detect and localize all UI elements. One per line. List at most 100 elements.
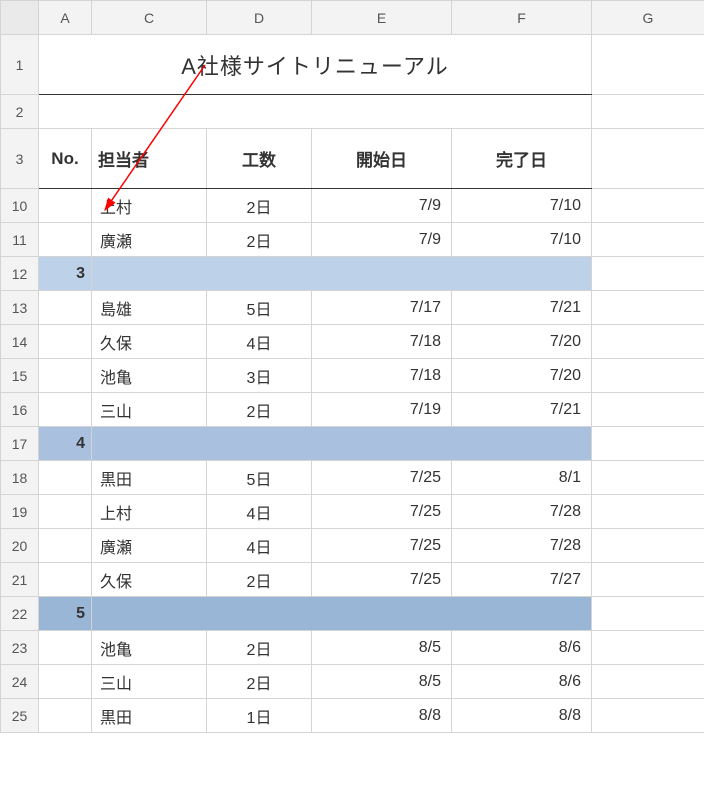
cell-start[interactable]: 7/18: [312, 325, 452, 359]
row-header-15[interactable]: 15: [1, 359, 39, 393]
cell-G[interactable]: [592, 325, 704, 359]
cell-no[interactable]: 4: [39, 427, 92, 461]
cell-G[interactable]: [592, 427, 704, 461]
cell-effort[interactable]: 1日: [207, 699, 312, 733]
row-header-14[interactable]: 14: [1, 325, 39, 359]
row-header-11[interactable]: 11: [1, 223, 39, 257]
cell-G[interactable]: [592, 529, 704, 563]
cell-end[interactable]: 7/20: [452, 325, 592, 359]
row-header-18[interactable]: 18: [1, 461, 39, 495]
cell-G[interactable]: [592, 597, 704, 631]
row-header-16[interactable]: 16: [1, 393, 39, 427]
cell-G[interactable]: [592, 665, 704, 699]
cell-start[interactable]: 8/5: [312, 631, 452, 665]
cell-end[interactable]: 7/21: [452, 393, 592, 427]
cell-start[interactable]: 7/9: [312, 189, 452, 223]
header-effort[interactable]: 工数: [207, 129, 312, 189]
cell-effort[interactable]: 2日: [207, 563, 312, 597]
cell-effort[interactable]: 4日: [207, 325, 312, 359]
row-header-22[interactable]: 22: [1, 597, 39, 631]
cell-G[interactable]: [592, 393, 704, 427]
row-header-21[interactable]: 21: [1, 563, 39, 597]
cell-G[interactable]: [592, 257, 704, 291]
cell-no[interactable]: [39, 665, 92, 699]
cell-effort[interactable]: 2日: [207, 665, 312, 699]
group-band[interactable]: [92, 427, 592, 461]
grid[interactable]: A C D E F G 1 A社様サイトリニューアル 2 3 No. 担当者 工…: [0, 0, 704, 733]
cell-end[interactable]: 8/6: [452, 631, 592, 665]
cell-person[interactable]: 黒田: [92, 699, 207, 733]
row-header-19[interactable]: 19: [1, 495, 39, 529]
row-header-23[interactable]: 23: [1, 631, 39, 665]
row-header-13[interactable]: 13: [1, 291, 39, 325]
cell-effort[interactable]: 2日: [207, 393, 312, 427]
cell-G[interactable]: [592, 563, 704, 597]
cell-effort[interactable]: 2日: [207, 189, 312, 223]
cell-person[interactable]: 上村: [92, 189, 207, 223]
cell-G[interactable]: [592, 223, 704, 257]
cell-start[interactable]: 7/19: [312, 393, 452, 427]
cell-G[interactable]: [592, 359, 704, 393]
cell-start[interactable]: 7/25: [312, 495, 452, 529]
cell-G[interactable]: [592, 189, 704, 223]
cell-effort[interactable]: 5日: [207, 461, 312, 495]
cell-start[interactable]: 8/8: [312, 699, 452, 733]
cell-end[interactable]: 7/28: [452, 495, 592, 529]
col-header-E[interactable]: E: [312, 1, 452, 35]
cell-person[interactable]: 黒田: [92, 461, 207, 495]
cell-no[interactable]: [39, 223, 92, 257]
cell-no[interactable]: [39, 699, 92, 733]
cell-end[interactable]: 7/10: [452, 223, 592, 257]
cell-start[interactable]: 8/5: [312, 665, 452, 699]
cell-no[interactable]: [39, 461, 92, 495]
cell-end[interactable]: 7/27: [452, 563, 592, 597]
col-header-D[interactable]: D: [207, 1, 312, 35]
cell-start[interactable]: 7/25: [312, 563, 452, 597]
cell-person[interactable]: 池亀: [92, 359, 207, 393]
cell-G2[interactable]: [592, 95, 704, 129]
cell-no[interactable]: [39, 563, 92, 597]
cell-start[interactable]: 7/9: [312, 223, 452, 257]
cell-end[interactable]: 7/21: [452, 291, 592, 325]
cell-no[interactable]: [39, 495, 92, 529]
header-start[interactable]: 開始日: [312, 129, 452, 189]
cell-G3[interactable]: [592, 129, 704, 189]
cell-no[interactable]: [39, 189, 92, 223]
cell-effort[interactable]: 4日: [207, 529, 312, 563]
cell-person[interactable]: 廣瀬: [92, 223, 207, 257]
col-header-F[interactable]: F: [452, 1, 592, 35]
cell-effort[interactable]: 5日: [207, 291, 312, 325]
cell-G[interactable]: [592, 291, 704, 325]
group-band[interactable]: [92, 257, 592, 291]
cell-no[interactable]: 3: [39, 257, 92, 291]
header-person[interactable]: 担当者: [92, 129, 207, 189]
row-header-3[interactable]: 3: [1, 129, 39, 189]
cell-no[interactable]: 5: [39, 597, 92, 631]
cell-effort[interactable]: 3日: [207, 359, 312, 393]
cell-end[interactable]: 7/10: [452, 189, 592, 223]
row-header-10[interactable]: 10: [1, 189, 39, 223]
cell-effort[interactable]: 2日: [207, 631, 312, 665]
cell-end[interactable]: 7/20: [452, 359, 592, 393]
cell-person[interactable]: 島雄: [92, 291, 207, 325]
cell-no[interactable]: [39, 291, 92, 325]
cell-end[interactable]: 8/8: [452, 699, 592, 733]
cell-no[interactable]: [39, 529, 92, 563]
cell-start[interactable]: 7/17: [312, 291, 452, 325]
col-header-G[interactable]: G: [592, 1, 704, 35]
cell-G[interactable]: [592, 495, 704, 529]
cell-start[interactable]: 7/25: [312, 529, 452, 563]
group-band[interactable]: [92, 597, 592, 631]
row-header-12[interactable]: 12: [1, 257, 39, 291]
title-cell[interactable]: A社様サイトリニューアル: [39, 35, 592, 95]
cell-effort[interactable]: 2日: [207, 223, 312, 257]
cell-person[interactable]: 上村: [92, 495, 207, 529]
row-header-24[interactable]: 24: [1, 665, 39, 699]
cell-end[interactable]: 8/6: [452, 665, 592, 699]
cell-person[interactable]: 三山: [92, 393, 207, 427]
cell-G1[interactable]: [592, 35, 704, 95]
cell-start[interactable]: 7/25: [312, 461, 452, 495]
col-header-C[interactable]: C: [92, 1, 207, 35]
row-header-17[interactable]: 17: [1, 427, 39, 461]
cell-person[interactable]: 三山: [92, 665, 207, 699]
